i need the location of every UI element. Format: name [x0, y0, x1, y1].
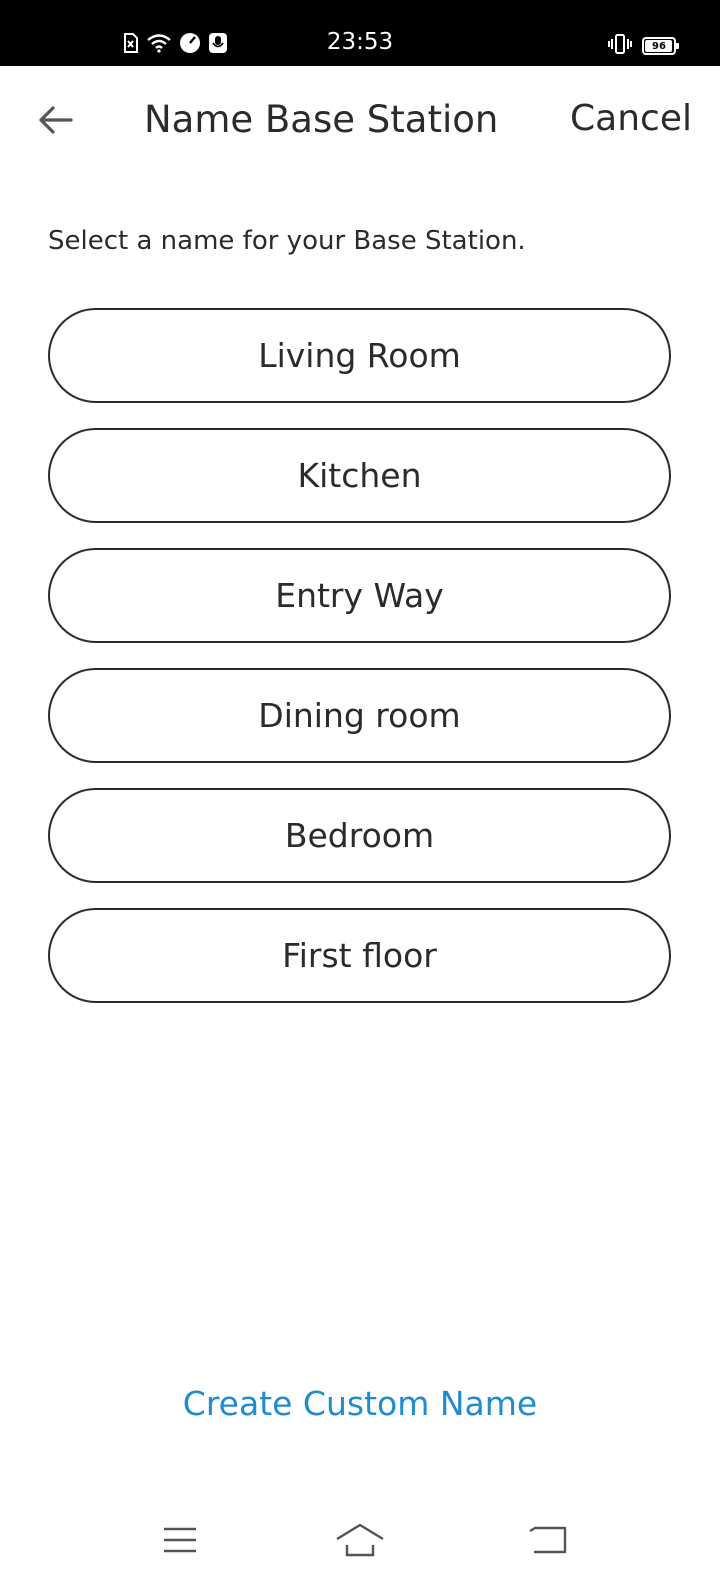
instruction-text: Select a name for your Base Station.: [48, 226, 526, 256]
name-option-living-room[interactable]: Living Room: [48, 308, 671, 403]
system-nav-bar: [0, 1500, 720, 1584]
header: Name Base Station Cancel: [0, 66, 720, 176]
name-option-kitchen[interactable]: Kitchen: [48, 428, 671, 523]
status-icons-right: 96: [608, 34, 679, 58]
battery-nub: [676, 43, 679, 49]
battery-level: 96: [652, 40, 666, 52]
vibrate-icon: [608, 34, 632, 58]
nav-back-button[interactable]: [518, 1522, 578, 1562]
name-option-first-floor[interactable]: First floor: [48, 908, 671, 1003]
battery-icon: 96: [642, 37, 679, 55]
nav-home-button[interactable]: [330, 1522, 390, 1562]
back-button[interactable]: [30, 100, 80, 144]
name-option-bedroom[interactable]: Bedroom: [48, 788, 671, 883]
name-options-list: Living Room Kitchen Entry Way Dining roo…: [48, 308, 671, 1028]
arrow-left-icon: [37, 105, 73, 139]
back-icon: [528, 1525, 568, 1559]
name-option-entry-way[interactable]: Entry Way: [48, 548, 671, 643]
status-bar: 23:53 96: [0, 0, 720, 66]
create-custom-name-link[interactable]: Create Custom Name: [0, 1384, 720, 1423]
home-icon: [335, 1522, 385, 1562]
cancel-button[interactable]: Cancel: [570, 98, 692, 139]
page-title: Name Base Station: [144, 98, 499, 141]
nav-menu-button[interactable]: [150, 1522, 210, 1562]
name-option-dining-room[interactable]: Dining room: [48, 668, 671, 763]
menu-icon: [162, 1526, 198, 1558]
